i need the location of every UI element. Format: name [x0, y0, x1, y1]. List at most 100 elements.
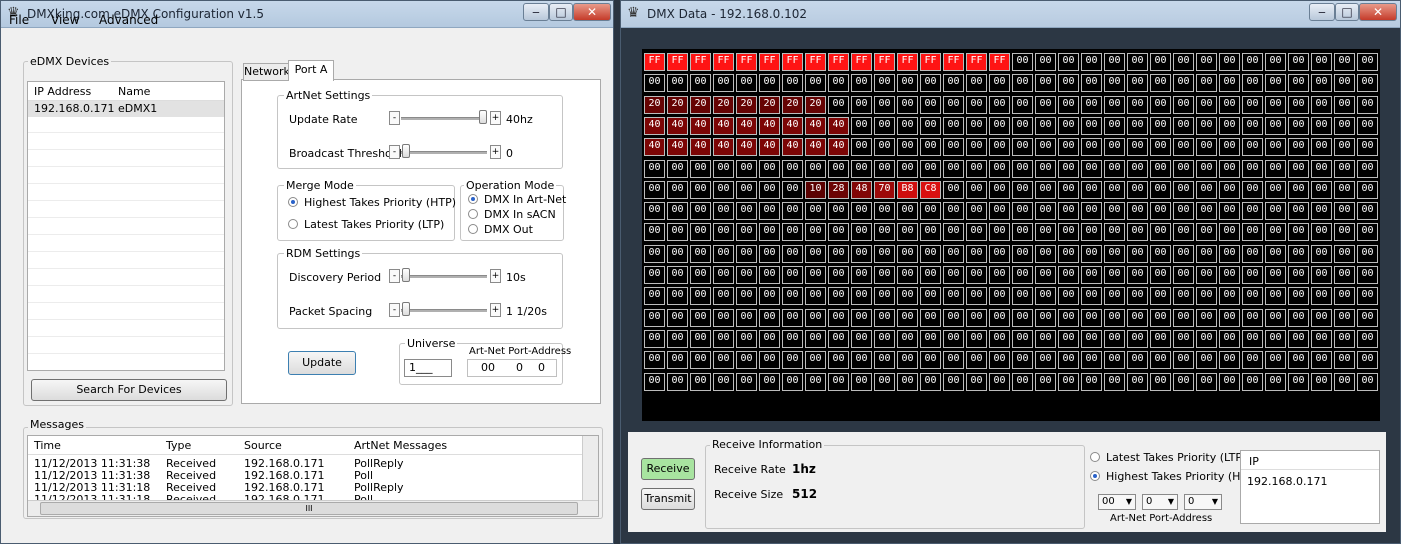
col-ip-address[interactable]: IP Address [34, 85, 91, 98]
dmx-channel-cell: 00 [1219, 202, 1240, 220]
dmx-channel-cell: 00 [851, 74, 872, 92]
merge-ltp-radio[interactable] [288, 219, 298, 229]
dmx-channel-cell: 00 [644, 160, 665, 178]
discovery-minus[interactable]: - [389, 269, 400, 283]
dmx-channel-cell: 00 [782, 287, 803, 305]
col-artnet-messages[interactable]: ArtNet Messages [354, 439, 447, 452]
port-subnet-value[interactable]: 0 [516, 361, 523, 374]
packet-thumb[interactable] [402, 302, 410, 316]
discovery-plus[interactable]: + [490, 269, 501, 283]
dmx-channel-cell: 40 [828, 138, 849, 156]
dmx-channel-cell: 00 [851, 287, 872, 305]
vertical-scrollbar[interactable] [582, 436, 598, 500]
dmx-channel-cell: 00 [920, 202, 941, 220]
scroll-grip: III [305, 504, 313, 513]
op-artnet-radio[interactable] [468, 194, 478, 204]
update-button[interactable]: Update [288, 351, 356, 375]
op-sacn-radio[interactable] [468, 209, 478, 219]
dmx-channel-cell: 00 [1357, 309, 1378, 327]
htp-radio[interactable] [1090, 471, 1100, 481]
dmx-channel-cell: 00 [989, 223, 1010, 241]
port-subnet-dropdown[interactable]: 0 ▼ [1142, 494, 1178, 510]
dmx-channel-cell: 00 [667, 373, 688, 391]
dmx-channel-cell: 40 [690, 138, 711, 156]
broadcast-minus[interactable]: - [389, 145, 400, 159]
op-out-label[interactable]: DMX Out [484, 223, 533, 236]
universe-input[interactable]: 1___ [404, 359, 452, 377]
dmx-channel-cell: 00 [874, 223, 895, 241]
col-ip[interactable]: IP [1249, 455, 1259, 468]
merge-htp-label[interactable]: Highest Takes Priority (HTP) [304, 196, 456, 209]
close-button[interactable]: ✕ [1359, 3, 1397, 21]
dmx-channel-cell: 00 [1265, 96, 1286, 114]
discovery-thumb[interactable] [402, 268, 410, 282]
broadcast-slider[interactable] [401, 151, 487, 154]
col-name[interactable]: Name [118, 85, 150, 98]
dmx-channel-cell: 00 [828, 373, 849, 391]
maximize-button[interactable]: □ [1335, 3, 1359, 21]
dmx-channel-cell: 00 [966, 373, 987, 391]
transmit-button[interactable]: Transmit [641, 488, 695, 510]
dmx-channel-cell: 00 [1242, 223, 1263, 241]
ip-list-item[interactable]: 192.168.0.171 [1247, 475, 1327, 488]
dmx-channel-cell: 00 [966, 202, 987, 220]
receive-button[interactable]: Receive [641, 458, 695, 480]
merge-htp-radio[interactable] [288, 197, 298, 207]
menu-view[interactable]: View [51, 13, 79, 27]
dmx-channel-cell: 00 [736, 266, 757, 284]
port-net-dropdown[interactable]: 00 ▼ [1098, 494, 1136, 510]
dmx-channel-cell: 00 [943, 138, 964, 156]
device-row[interactable]: 192.168.0.171 eDMX1 [28, 101, 224, 117]
col-source[interactable]: Source [244, 439, 282, 452]
minimize-button[interactable]: ‒ [1309, 3, 1335, 21]
broadcast-thumb[interactable] [402, 144, 410, 158]
port-universe-dropdown[interactable]: 0 ▼ [1184, 494, 1222, 510]
tab-network[interactable]: Network [243, 63, 290, 81]
update-rate-plus[interactable]: + [490, 111, 501, 125]
broadcast-plus[interactable]: + [490, 145, 501, 159]
dmx-channel-cell: 00 [1058, 117, 1079, 135]
discovery-slider[interactable] [401, 275, 487, 278]
htp-label[interactable]: Highest Takes Priority (HTP) [1106, 470, 1258, 483]
dmx-channel-cell: 00 [920, 330, 941, 348]
dmx-channel-cell: 00 [1058, 96, 1079, 114]
dmx-channel-cell: 00 [1035, 117, 1056, 135]
merge-ltp-label[interactable]: Latest Takes Priority (LTP) [304, 218, 444, 231]
close-button[interactable]: ✕ [573, 3, 611, 21]
ltp-radio[interactable] [1090, 452, 1100, 462]
col-time[interactable]: Time [34, 439, 61, 452]
dmx-channel-cell: 00 [1104, 287, 1125, 305]
maximize-button[interactable]: □ [549, 3, 573, 21]
dmx-channel-cell: 00 [1357, 74, 1378, 92]
update-rate-thumb[interactable] [479, 110, 487, 124]
port-universe-value[interactable]: 0 [538, 361, 545, 374]
op-sacn-label[interactable]: DMX In sACN [484, 208, 556, 221]
dmx-channel-cell: 00 [1173, 223, 1194, 241]
dmx-channel-cell: 00 [1357, 245, 1378, 263]
menu-advanced[interactable]: Advanced [99, 13, 158, 27]
dmx-channel-cell: 00 [1334, 74, 1355, 92]
update-rate-slider[interactable] [401, 117, 487, 120]
ip-list[interactable]: IP 192.168.0.171 [1240, 450, 1380, 524]
search-devices-button[interactable]: Search For Devices [31, 379, 227, 401]
op-artnet-label[interactable]: DMX In Art-Net [484, 193, 566, 206]
port-net-value[interactable]: 00 [481, 361, 495, 374]
messages-list[interactable]: Time Type Source ArtNet Messages 11/12/2… [27, 435, 599, 517]
scroll-thumb[interactable]: III [40, 502, 578, 515]
packet-plus[interactable]: + [490, 303, 501, 317]
op-out-radio[interactable] [468, 224, 478, 234]
update-rate-minus[interactable]: - [389, 111, 400, 125]
ltp-label[interactable]: Latest Takes Priority (LTP) [1106, 451, 1246, 464]
menu-file[interactable]: File [9, 13, 29, 27]
dmx-channel-cell: 00 [1035, 138, 1056, 156]
packet-minus[interactable]: - [389, 303, 400, 317]
dmx-channel-cell: 00 [1288, 138, 1309, 156]
col-type[interactable]: Type [166, 439, 191, 452]
minimize-button[interactable]: ‒ [523, 3, 549, 21]
devices-list[interactable]: IP Address Name 192.168.0.171 eDMX1 [27, 81, 225, 371]
tab-port-a[interactable]: Port A [288, 60, 334, 81]
dmx-channel-cell: 00 [828, 223, 849, 241]
dmx-channel-cell: 00 [759, 181, 780, 199]
packet-slider[interactable] [401, 309, 487, 312]
dmx-channel-cell: 00 [1035, 287, 1056, 305]
